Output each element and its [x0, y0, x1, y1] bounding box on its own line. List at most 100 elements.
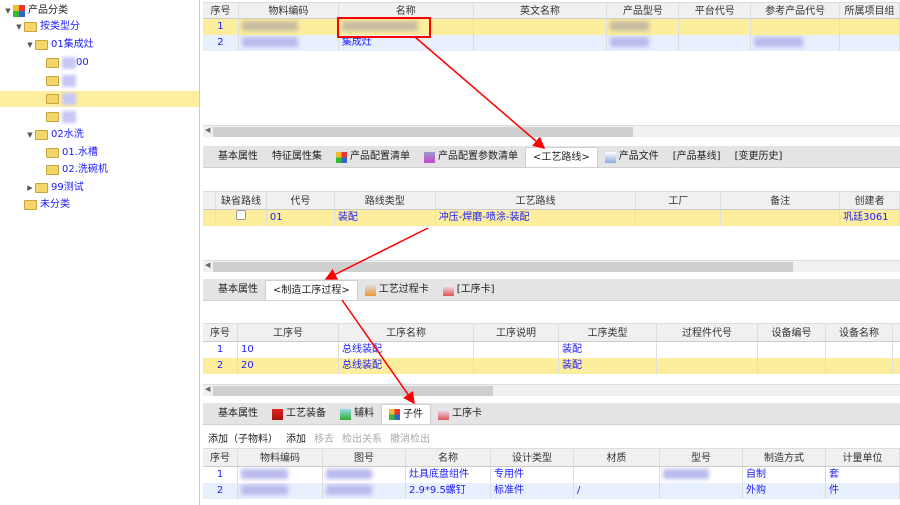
column-header[interactable]: 制造方式 — [743, 449, 826, 466]
child-part-grid[interactable]: 序号 物料编码 图号 名称 设计类型 材质 型号 制造方式 计量单位 1 灶具底盘组件 专用件 自制套 2… — [203, 448, 900, 505]
column-header[interactable]: 路线类型 — [335, 192, 436, 209]
product-grid-scrollbar[interactable]: ◀ — [203, 125, 900, 137]
operation-grid[interactable]: 序号 工序号 工序名称 工序说明 工序类型 过程件代号 设备编号 设备名称 1 10 总线装配 装配 2… — [203, 323, 900, 385]
column-header[interactable]: 名称 — [339, 3, 474, 18]
tab-tabs1-0[interactable]: 基本属性 — [211, 147, 265, 167]
tab-tabs2-1[interactable]: <制造工序过程> — [265, 280, 358, 300]
tab-tabs2-0[interactable]: 基本属性 — [211, 280, 265, 300]
expand-arrow-icon[interactable]: ▼ — [14, 19, 24, 35]
table-row[interactable]: 1 灶具底盘组件 专用件 自制套 — [203, 467, 900, 483]
tree-node[interactable]: 00 — [0, 55, 199, 71]
table-row[interactable]: 1 — [203, 19, 900, 35]
tree-node[interactable]: ▼ 02水洗 — [0, 127, 199, 143]
column-header[interactable]: 设计类型 — [491, 449, 574, 466]
tab-tabs1-3[interactable]: 产品配置参数清单 — [417, 147, 525, 167]
column-header[interactable]: 工序名称 — [339, 324, 474, 341]
column-header[interactable]: 产品型号 — [607, 3, 680, 18]
column-header[interactable]: 工厂 — [636, 192, 722, 209]
column-header[interactable] — [203, 192, 216, 209]
tree-node[interactable] — [0, 73, 199, 89]
table-row[interactable]: 2 20 总线装配 装配 — [203, 358, 900, 374]
column-header[interactable]: 计量单位 — [826, 449, 900, 466]
expand-arrow-icon[interactable]: ▼ — [25, 37, 35, 53]
tab-tabs3-1[interactable]: 工艺装备 — [265, 404, 333, 424]
tree-node[interactable]: ▼ 01集成灶 — [0, 37, 199, 53]
column-header[interactable]: 图号 — [323, 449, 406, 466]
column-header[interactable]: 材质 — [574, 449, 660, 466]
checkout-button[interactable]: 检出关系 — [342, 430, 382, 445]
tree-node[interactable]: ▶ 99测试 — [0, 180, 199, 196]
cancel-checkout-button[interactable]: 撤消检出 — [390, 430, 430, 445]
collapse-arrow-icon[interactable]: ▶ — [25, 180, 35, 196]
column-header[interactable]: 工艺路线 — [436, 192, 637, 209]
tab-tabs3-2[interactable]: 辅料 — [333, 404, 381, 424]
column-header[interactable]: 英文名称 — [474, 3, 608, 18]
column-header[interactable]: 物料编码 — [239, 3, 339, 18]
tab-tabs1-1[interactable]: 特征属性集 — [265, 147, 329, 167]
tab-tabs1-5[interactable]: 产品文件 — [598, 147, 666, 167]
add-child-button[interactable]: 添加（子物料） — [208, 430, 278, 445]
column-header[interactable]: 序号 — [203, 449, 238, 466]
column-header[interactable]: 序号 — [203, 324, 238, 341]
column-header[interactable]: 过程件代号 — [657, 324, 758, 341]
add-button[interactable]: 添加 — [286, 430, 306, 445]
subpart-icon — [389, 409, 400, 420]
redacted-value — [241, 37, 298, 47]
column-header[interactable]: 代号 — [267, 192, 335, 209]
param-list-icon — [424, 151, 435, 163]
column-header[interactable]: 设备名称 — [826, 324, 893, 341]
tree-node-label: 00 — [76, 57, 89, 68]
tab-tabs2-3[interactable]: [工序卡] — [436, 280, 502, 300]
remove-button[interactable]: 移去 — [314, 430, 334, 445]
tab-tabs1-7[interactable]: [变更历史] — [728, 147, 790, 167]
table-cell — [721, 210, 841, 226]
column-header[interactable]: 工序说明 — [474, 324, 559, 341]
column-header[interactable]: 缺省路线 — [216, 192, 267, 209]
route-grid[interactable]: 缺省路线 代号 路线类型 工艺路线 工厂 备注 创建者 01 装配 冲压-焊磨-喷涂-装配 巩廷30… — [203, 191, 900, 261]
table-row[interactable]: 01 装配 冲压-焊磨-喷涂-装配 巩廷3061 — [203, 210, 900, 226]
tab-tabs3-0[interactable]: 基本属性 — [211, 404, 265, 424]
tree-node[interactable]: ▼ 按类型分 — [0, 19, 199, 35]
column-header[interactable]: 工序号 — [238, 324, 339, 341]
table-cell — [660, 467, 743, 483]
category-tree[interactable]: ▼ 产品分类 ▼ 按类型分 ▼ 01集成灶 00 ▼ 02水洗 01.水槽 02.洗碗机 ▶ 99测试未… — [0, 0, 200, 505]
default-route-checkbox[interactable] — [235, 210, 246, 220]
operation-grid-scrollbar[interactable]: ◀ — [203, 384, 900, 396]
product-tabs: 基本属性 特征属性集 产品配置清单 产品配置参数清单 <工艺路线> 产品文件 [产品基线] [… — [203, 146, 900, 168]
expand-arrow-icon[interactable]: ▼ — [25, 127, 35, 143]
column-header[interactable]: 设备编号 — [758, 324, 826, 341]
tab-tabs3-3[interactable]: 子件 — [381, 404, 431, 424]
column-header[interactable]: 工序类型 — [559, 324, 657, 341]
tab-label: 工序卡 — [452, 408, 482, 419]
tab-tabs2-2[interactable]: 工艺过程卡 — [358, 280, 436, 300]
column-header[interactable]: 所属项目组 — [840, 3, 900, 18]
tab-tabs1-2[interactable]: 产品配置清单 — [329, 147, 417, 167]
tab-tabs1-6[interactable]: [产品基线] — [666, 147, 728, 167]
tab-label: [变更历史] — [734, 151, 783, 162]
product-grid[interactable]: 序号 物料编码 名称 英文名称 产品型号 平台代号 参考产品代号 所属项目组 1 2 集成灶 — [203, 2, 900, 126]
table-row[interactable]: 1 10 总线装配 装配 — [203, 342, 900, 358]
column-header[interactable]: 物料编码 — [238, 449, 323, 466]
column-header[interactable]: 创建者 — [840, 192, 900, 209]
column-header[interactable]: 名称 — [406, 449, 491, 466]
route-tabs: 基本属性 <制造工序过程> 工艺过程卡 [工序卡] — [203, 279, 900, 301]
tree-node[interactable]: 02.洗碗机 — [0, 162, 199, 178]
tree-node[interactable]: ▼ 产品分类 — [0, 3, 199, 19]
table-row[interactable]: 2 集成灶 — [203, 35, 900, 51]
tab-tabs3-4[interactable]: 工序卡 — [431, 404, 489, 424]
column-header[interactable]: 平台代号 — [679, 3, 752, 18]
blurred-label — [62, 57, 76, 69]
tab-tabs1-4[interactable]: <工艺路线> — [525, 147, 598, 167]
expand-arrow-icon[interactable]: ▼ — [3, 3, 13, 19]
tree-node[interactable]: 01.水槽 — [0, 145, 199, 161]
column-header[interactable]: 型号 — [660, 449, 743, 466]
column-header[interactable]: 备注 — [721, 192, 841, 209]
column-header[interactable]: 参考产品代号 — [751, 3, 841, 18]
route-grid-scrollbar[interactable]: ◀ — [203, 260, 900, 272]
table-row[interactable]: 2 2.9*9.5螺钉 标准件 / 外购件 — [203, 483, 900, 499]
redacted-value — [241, 485, 288, 495]
tree-node[interactable] — [0, 91, 199, 107]
tree-node[interactable] — [0, 109, 199, 125]
column-header[interactable]: 序号 — [203, 3, 239, 18]
tree-node[interactable]: 未分类 — [0, 197, 199, 213]
